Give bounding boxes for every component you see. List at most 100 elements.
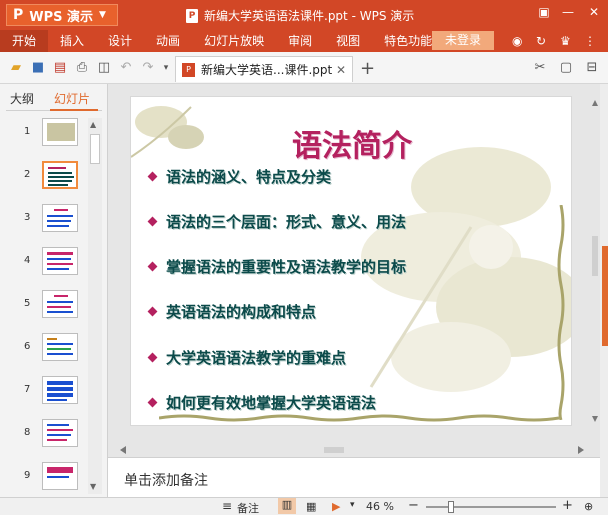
slide-thumbnail-selected[interactable] bbox=[42, 161, 78, 189]
undo-icon[interactable]: ↶ bbox=[118, 60, 134, 76]
editor-horizontal-scrollbar[interactable] bbox=[114, 444, 590, 456]
bullet-diamond-icon bbox=[147, 306, 158, 316]
slide-thumb-row[interactable]: 2 bbox=[0, 161, 92, 193]
slide-sorter-icon[interactable]: ▦ bbox=[306, 500, 316, 513]
slideshow-play-icon[interactable]: ▶ bbox=[332, 500, 340, 513]
slide-thumbnail[interactable] bbox=[42, 419, 78, 447]
menu-home[interactable]: 开始 bbox=[0, 30, 49, 52]
save-icon[interactable]: ■ bbox=[30, 60, 46, 76]
zoom-out-icon[interactable]: − bbox=[408, 498, 419, 513]
slide-number: 2 bbox=[24, 169, 31, 180]
app-menu-button[interactable]: P WPS 演示 ▼ bbox=[6, 4, 118, 26]
notes-toggle-label[interactable]: 备注 bbox=[237, 500, 259, 515]
slide-thumbnail[interactable] bbox=[42, 247, 78, 275]
document-tab[interactable]: P 新编大学英语...课件.ppt ✕ bbox=[175, 56, 353, 82]
bullet-text: 语法的涵义、特点及分类 bbox=[166, 167, 332, 186]
tab-slides[interactable]: 幻灯片 bbox=[54, 90, 90, 107]
bullet-text: 如何更有效地掌握大学英语语法 bbox=[166, 393, 377, 412]
slide-thumb-row[interactable]: 4 bbox=[0, 247, 92, 279]
slide-title[interactable]: 语法简介 bbox=[131, 121, 571, 165]
new-tab-icon[interactable]: + bbox=[360, 58, 375, 79]
bullet-text: 大学英语语法教学的重难点 bbox=[166, 348, 347, 367]
zoom-level[interactable]: 46 % bbox=[366, 500, 394, 513]
menu-design[interactable]: 设计 bbox=[96, 30, 144, 52]
current-slide[interactable]: 语法简介 语法的涵义、特点及分类 语法的三个层面：形式、意义、用法 掌握语法的重… bbox=[130, 96, 572, 426]
slideshow-dropdown-icon[interactable]: ▾ bbox=[350, 500, 355, 510]
menu-animation[interactable]: 动画 bbox=[144, 30, 192, 52]
slide-number: 5 bbox=[24, 298, 31, 309]
cloud-icon[interactable]: ◉ bbox=[512, 34, 522, 48]
zoom-in-icon[interactable]: + bbox=[562, 498, 573, 513]
slide-thumb-row[interactable]: 3 bbox=[0, 204, 92, 236]
refresh-icon[interactable]: ↻ bbox=[536, 34, 546, 48]
slide-thumb-row[interactable]: 9 bbox=[0, 462, 92, 494]
menu-view[interactable]: 视图 bbox=[324, 30, 372, 52]
slide-thumb-row[interactable]: 6 bbox=[0, 333, 92, 365]
slide-thumbnail[interactable] bbox=[42, 290, 78, 318]
slide-thumb-row[interactable]: 7 bbox=[0, 376, 92, 408]
share-icon[interactable]: ▢ bbox=[558, 60, 574, 76]
normal-view-icon[interactable]: ▥ bbox=[278, 498, 296, 514]
bullet-text: 英语语法的构成和特点 bbox=[166, 302, 317, 321]
vine-decoration-right bbox=[557, 205, 565, 420]
scroll-thumb[interactable] bbox=[90, 134, 100, 164]
slide-number: 7 bbox=[24, 384, 31, 395]
bullet-item[interactable]: 掌握语法的重要性及语法教学的目标 bbox=[147, 255, 406, 277]
tab-outline[interactable]: 大纲 bbox=[10, 90, 34, 107]
minimize-button[interactable]: — bbox=[558, 5, 578, 23]
wps-logo-icon: P bbox=[13, 7, 24, 23]
notes-toggle-icon[interactable]: ≡ bbox=[222, 499, 232, 513]
menu-insert[interactable]: 插入 bbox=[48, 30, 96, 52]
toolbar-more-icon[interactable]: ▾ bbox=[158, 60, 174, 76]
bullet-item[interactable]: 语法的三个层面：形式、意义、用法 bbox=[147, 210, 406, 232]
notes-pane[interactable]: 单击添加备注 bbox=[108, 457, 600, 497]
slide-thumbnail-list: 1 2 3 4 5 6 7 8 9 bbox=[0, 118, 92, 498]
editor-vertical-scrollbar[interactable] bbox=[590, 96, 600, 426]
skin-icon[interactable]: ▣ bbox=[534, 5, 554, 23]
slide-thumbnail[interactable] bbox=[42, 204, 78, 232]
slide-editor: 语法简介 语法的涵义、特点及分类 语法的三个层面：形式、意义、用法 掌握语法的重… bbox=[108, 84, 600, 457]
slide-thumb-row[interactable]: 8 bbox=[0, 419, 92, 451]
pin-icon[interactable]: ✂ bbox=[532, 60, 548, 76]
slide-number: 4 bbox=[24, 255, 31, 266]
menu-slideshow[interactable]: 幻灯片放映 bbox=[192, 30, 276, 52]
redo-icon[interactable]: ↷ bbox=[140, 60, 156, 76]
panel-tabs: 大纲 幻灯片 bbox=[6, 90, 104, 110]
slide-thumbnail[interactable] bbox=[42, 376, 78, 404]
bullet-diamond-icon bbox=[147, 352, 158, 362]
ppt-file-icon: P bbox=[182, 62, 195, 77]
zoom-slider-handle[interactable] bbox=[448, 501, 454, 513]
tab-active-indicator bbox=[50, 109, 98, 111]
fit-window-icon[interactable]: ⊕ bbox=[584, 500, 593, 513]
slide-number: 3 bbox=[24, 212, 31, 223]
bullet-item[interactable]: 英语语法的构成和特点 bbox=[147, 300, 317, 322]
zoom-slider-track[interactable] bbox=[426, 506, 556, 508]
slide-thumb-row[interactable]: 1 bbox=[0, 118, 92, 150]
document-tab-label: 新编大学英语...课件.ppt bbox=[201, 63, 333, 77]
export-pdf-icon[interactable]: ▤ bbox=[52, 60, 68, 76]
settings-icon[interactable]: ⊟ bbox=[584, 60, 600, 76]
login-button[interactable]: 未登录 bbox=[432, 31, 494, 50]
close-button[interactable]: ✕ bbox=[584, 5, 604, 23]
slide-thumb-row[interactable]: 5 bbox=[0, 290, 92, 322]
bullet-item[interactable]: 语法的涵义、特点及分类 bbox=[147, 165, 332, 187]
print-preview-icon[interactable]: ◫ bbox=[96, 60, 112, 76]
close-icon[interactable]: ✕ bbox=[336, 63, 346, 77]
window-title: P 新编大学英语语法课件.ppt - WPS 演示 bbox=[186, 7, 414, 24]
bullet-item[interactable]: 如何更有效地掌握大学英语语法 bbox=[147, 391, 377, 413]
bullet-item[interactable]: 大学英语语法教学的重难点 bbox=[147, 346, 347, 368]
menu-review[interactable]: 审阅 bbox=[276, 30, 324, 52]
slide-panel: 大纲 幻灯片 1 2 3 4 5 6 7 8 9 ▲ ▼ bbox=[0, 84, 108, 497]
open-folder-icon[interactable]: ▰ bbox=[8, 60, 24, 76]
collapse-task-pane-handle[interactable] bbox=[602, 246, 608, 346]
slide-thumbnail[interactable] bbox=[42, 462, 78, 490]
more-options-icon[interactable]: ⋮ bbox=[584, 34, 596, 48]
thumbnail-scrollbar[interactable]: ▲ ▼ bbox=[88, 118, 102, 494]
print-icon[interactable]: ⎙ bbox=[74, 60, 90, 76]
shirt-icon[interactable]: ♛ bbox=[560, 34, 571, 48]
scroll-down-icon[interactable]: ▼ bbox=[90, 482, 96, 491]
scroll-up-icon[interactable]: ▲ bbox=[90, 120, 96, 129]
slide-thumbnail[interactable] bbox=[42, 333, 78, 361]
bullet-diamond-icon bbox=[147, 216, 158, 226]
slide-thumbnail[interactable] bbox=[42, 118, 78, 146]
